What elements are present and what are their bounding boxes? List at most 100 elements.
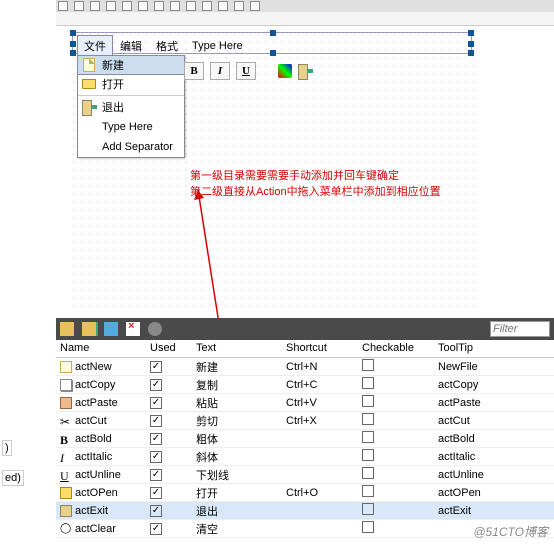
action-text: 粗体 [192,429,282,449]
used-checkbox[interactable]: ✓ [150,469,162,481]
tool-icon[interactable] [218,1,228,11]
italic-button[interactable]: I [210,62,230,80]
used-checkbox[interactable]: ✓ [150,523,162,535]
table-row[interactable]: actOPen✓打开Ctrl+OactOPen [56,484,554,502]
tool-icon[interactable] [154,1,164,11]
menu-typehere[interactable]: Type Here [185,37,250,55]
used-checkbox[interactable]: ✓ [150,415,162,427]
format-toolbar: B I U [184,60,314,82]
tool-icon[interactable] [74,1,84,11]
form-designer-canvas[interactable]: 文件 编辑 格式 Type Here 新建 打开 退出 Type Here Ad… [70,30,480,310]
side-label: ed) [2,470,24,486]
used-checkbox[interactable]: ✓ [150,379,162,391]
action-tooltip: actExit [434,503,554,519]
used-checkbox[interactable]: ✓ [150,505,162,517]
menu-item-addseparator[interactable]: Add Separator [78,137,184,157]
menu-item-typehere[interactable]: Type Here [78,117,184,137]
checkable-checkbox[interactable] [362,503,374,515]
action-icon [60,397,72,409]
menu-format[interactable]: 格式 [149,35,185,57]
menu-separator [78,95,184,96]
action-text: 粘贴 [192,393,282,413]
watermark: @51CTO博客 [473,523,548,540]
action-tooltip: actCut [434,413,554,429]
checkable-checkbox[interactable] [362,467,374,479]
checkable-checkbox[interactable] [362,359,374,371]
menu-item-new[interactable]: 新建 [77,55,185,75]
folder-icon[interactable] [60,322,74,336]
col-checkable[interactable]: Checkable [358,340,434,357]
action-text: 打开 [192,483,282,503]
tool-icon[interactable] [202,1,212,11]
table-row[interactable]: BactBold✓粗体actBold [56,430,554,448]
resize-handle[interactable] [70,50,76,56]
table-row[interactable]: ✂actCut✓剪切Ctrl+XactCut [56,412,554,430]
resize-handle[interactable] [468,30,474,36]
checkable-checkbox[interactable] [362,431,374,443]
tool-icon[interactable] [250,1,260,11]
menubar-widget-selection[interactable]: 文件 编辑 格式 Type Here 新建 打开 退出 Type Here Ad… [72,32,472,54]
tool-icon[interactable] [58,1,68,11]
checkable-checkbox[interactable] [362,449,374,461]
tool-icon[interactable] [106,1,116,11]
tool-icon[interactable] [186,1,196,11]
action-shortcut: Ctrl+N [282,359,358,375]
resize-handle[interactable] [70,30,76,36]
action-shortcut [282,455,358,459]
action-shortcut [282,437,358,441]
underline-button[interactable]: U [236,62,256,80]
menubar: 文件 编辑 格式 Type Here [77,37,250,55]
bold-button[interactable]: B [184,62,204,80]
checkable-checkbox[interactable] [362,395,374,407]
menu-item-open[interactable]: 打开 [78,74,184,94]
checkable-checkbox[interactable] [362,377,374,389]
used-checkbox[interactable]: ✓ [150,487,162,499]
used-checkbox[interactable]: ✓ [150,361,162,373]
tool-icon[interactable] [170,1,180,11]
action-name: actUnline [75,469,121,481]
resize-handle[interactable] [270,30,276,36]
exit-icon [82,100,96,114]
top-toolbar [56,0,260,12]
new-action-icon[interactable] [82,322,96,336]
checkable-checkbox[interactable] [362,413,374,425]
annotation-arrow [190,180,230,340]
action-icon [60,505,72,517]
resize-handle[interactable] [468,50,474,56]
used-checkbox[interactable]: ✓ [150,451,162,463]
exit-icon[interactable] [298,64,314,78]
col-tooltip[interactable]: ToolTip [434,340,554,357]
tool-icon[interactable] [234,1,244,11]
action-icon [60,379,72,391]
table-row[interactable]: UactUnline✓下划线actUnline [56,466,554,484]
table-row[interactable]: actCopy✓复制Ctrl+CactCopy [56,376,554,394]
color-picker-icon[interactable] [278,64,292,78]
used-checkbox[interactable]: ✓ [150,397,162,409]
checkable-checkbox[interactable] [362,485,374,497]
table-row[interactable]: actExit✓退出actExit [56,502,554,520]
menu-edit[interactable]: 编辑 [113,35,149,57]
table-row[interactable]: actNew✓新建Ctrl+NNewFile [56,358,554,376]
file-menu-dropdown: 新建 打开 退出 Type Here Add Separator [77,55,185,158]
used-checkbox[interactable]: ✓ [150,433,162,445]
tool-icon[interactable] [90,1,100,11]
resize-handle[interactable] [70,41,76,47]
resize-handle[interactable] [270,50,276,56]
tool-icon[interactable] [138,1,148,11]
filter-input[interactable] [490,321,550,337]
menu-item-exit[interactable]: 退出 [78,97,184,117]
table-row[interactable]: actPaste✓粘贴Ctrl+VactPaste [56,394,554,412]
settings-icon[interactable] [148,322,162,336]
tool-icon[interactable] [122,1,132,11]
col-used[interactable]: Used [146,340,192,357]
delete-icon[interactable] [126,322,140,336]
col-name[interactable]: Name [56,340,146,357]
table-row[interactable]: IactItalic✓斜体actItalic [56,448,554,466]
action-icon[interactable] [104,322,118,336]
col-shortcut[interactable]: Shortcut [282,340,358,357]
menu-file[interactable]: 文件 [77,35,113,57]
checkable-checkbox[interactable] [362,521,374,533]
col-text[interactable]: Text [192,340,282,357]
resize-handle[interactable] [468,41,474,47]
action-name: actPaste [75,397,118,409]
